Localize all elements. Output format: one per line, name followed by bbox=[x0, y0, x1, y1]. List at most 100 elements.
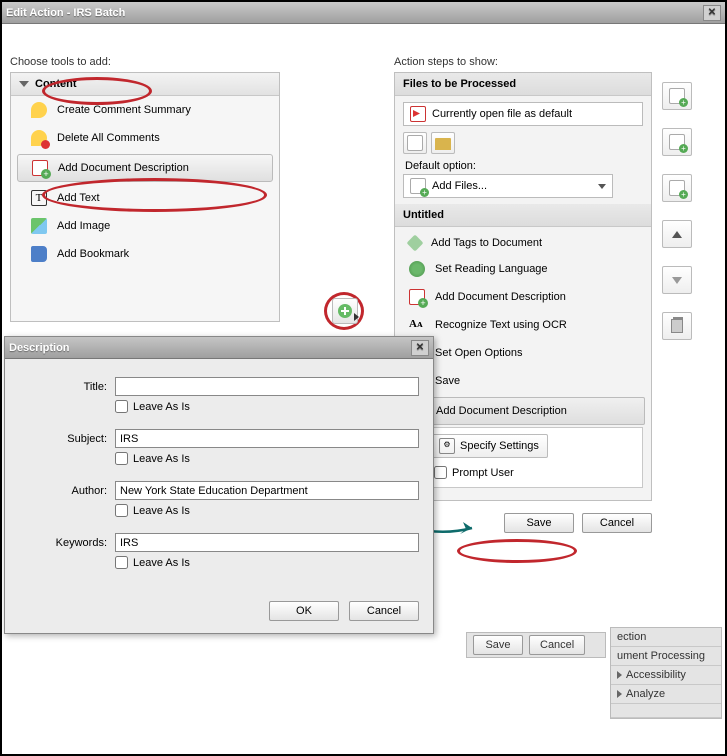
window-title: Edit Action - IRS Batch bbox=[6, 7, 125, 19]
ocr-icon bbox=[409, 317, 425, 333]
title-leave-checkbox[interactable] bbox=[115, 400, 128, 413]
default-option-label: Default option: bbox=[405, 160, 643, 172]
author-leave-checkbox[interactable] bbox=[115, 504, 128, 517]
add-files-label: Add Files... bbox=[432, 180, 487, 192]
step-label: Add Document Description bbox=[435, 291, 566, 303]
leave-label: Leave As Is bbox=[133, 505, 190, 517]
author-field-label: Author: bbox=[19, 485, 107, 497]
close-icon[interactable]: ✕ bbox=[703, 5, 721, 21]
comment-icon bbox=[31, 102, 47, 118]
cancel-button[interactable]: Cancel bbox=[582, 513, 652, 533]
add-tool-button[interactable] bbox=[332, 298, 358, 324]
tool-label: Create Comment Summary bbox=[57, 104, 191, 116]
author-input[interactable] bbox=[115, 481, 419, 500]
arrow-right-icon bbox=[354, 313, 359, 321]
step-settings-panel: Specify Settings Prompt User bbox=[423, 427, 643, 488]
specify-settings-label: Specify Settings bbox=[460, 440, 539, 452]
triangle-up-icon bbox=[672, 231, 682, 238]
side-btn-1[interactable] bbox=[662, 82, 692, 110]
tool-create-comment-summary[interactable]: Create Comment Summary bbox=[11, 96, 279, 124]
bg-cancel-button[interactable]: Cancel bbox=[529, 635, 585, 655]
pdf-icon bbox=[410, 106, 426, 122]
step-add-tags[interactable]: Add Tags to Document bbox=[395, 231, 651, 255]
bg-row-analyze[interactable]: Analyze bbox=[611, 685, 721, 704]
author-leave-row[interactable]: Leave As Is bbox=[115, 504, 419, 517]
cancel-button[interactable]: Cancel bbox=[349, 601, 419, 621]
content-section-header[interactable]: Content bbox=[11, 73, 279, 96]
tool-add-bookmark[interactable]: Add Bookmark bbox=[11, 240, 279, 268]
add-step-icon bbox=[669, 88, 685, 104]
step-add-doc-desc-2[interactable]: Add Document Description bbox=[401, 397, 645, 425]
move-down-button[interactable] bbox=[662, 266, 692, 294]
files-section-header: Files to be Processed bbox=[395, 73, 651, 96]
tool-add-image[interactable]: Add Image bbox=[11, 212, 279, 240]
bg-row[interactable]: ument Processing bbox=[611, 647, 721, 666]
step-label: Save bbox=[435, 375, 460, 387]
subject-leave-row[interactable]: Leave As Is bbox=[115, 452, 419, 465]
tool-delete-all-comments[interactable]: Delete All Comments bbox=[11, 124, 279, 152]
add-files-dropdown[interactable]: Add Files... bbox=[403, 174, 613, 198]
leave-label: Leave As Is bbox=[133, 557, 190, 569]
text-icon bbox=[31, 190, 47, 206]
step-set-reading-language[interactable]: Set Reading Language bbox=[395, 255, 651, 283]
globe-icon bbox=[409, 261, 425, 277]
side-btn-3[interactable] bbox=[662, 174, 692, 202]
untitled-section-header: Untitled bbox=[395, 204, 651, 227]
image-icon bbox=[31, 218, 47, 234]
action-steps-label: Action steps to show: bbox=[394, 56, 719, 68]
side-btn-2[interactable] bbox=[662, 128, 692, 156]
background-accordion: ection ument Processing Accessibility An… bbox=[610, 627, 722, 719]
prompt-user-checkbox[interactable] bbox=[434, 466, 447, 479]
step-label: Recognize Text using OCR bbox=[435, 319, 567, 331]
background-save-cancel: Save Cancel bbox=[466, 632, 606, 658]
title-leave-row[interactable]: Leave As Is bbox=[115, 400, 419, 413]
specify-settings-button[interactable]: Specify Settings bbox=[430, 434, 548, 458]
title-field-label: Title: bbox=[19, 381, 107, 393]
current-file-row: Currently open file as default bbox=[403, 102, 643, 126]
step-add-doc-desc[interactable]: Add Document Description bbox=[395, 283, 651, 311]
step-recognize-ocr[interactable]: Recognize Text using OCR bbox=[395, 311, 651, 339]
subject-input[interactable] bbox=[115, 429, 419, 448]
close-icon[interactable]: ✕ bbox=[411, 340, 429, 356]
choose-tools-label: Choose tools to add: bbox=[10, 56, 360, 68]
content-header-label: Content bbox=[35, 78, 77, 90]
prompt-user-row[interactable]: Prompt User bbox=[430, 464, 636, 481]
plus-icon bbox=[338, 304, 352, 318]
add-doc-icon bbox=[32, 160, 48, 176]
bookmark-icon bbox=[31, 246, 47, 262]
bg-row[interactable]: ection bbox=[611, 628, 721, 647]
add-files-icon bbox=[410, 178, 426, 194]
leave-label: Leave As Is bbox=[133, 453, 190, 465]
tool-add-text[interactable]: Add Text bbox=[11, 184, 279, 212]
folder-icon bbox=[435, 138, 451, 150]
main-titlebar: Edit Action - IRS Batch ✕ bbox=[2, 2, 725, 24]
save-button[interactable]: Save bbox=[504, 513, 574, 533]
step-label: Add Document Description bbox=[436, 405, 567, 417]
subject-field-label: Subject: bbox=[19, 433, 107, 445]
move-up-button[interactable] bbox=[662, 220, 692, 248]
open-folder-button[interactable] bbox=[431, 132, 455, 154]
step-label: Add Tags to Document bbox=[431, 237, 542, 249]
bg-row-accessibility[interactable]: Accessibility bbox=[611, 666, 721, 685]
keywords-field-label: Keywords: bbox=[19, 537, 107, 549]
subject-leave-checkbox[interactable] bbox=[115, 452, 128, 465]
keywords-leave-checkbox[interactable] bbox=[115, 556, 128, 569]
prompt-user-label: Prompt User bbox=[452, 467, 514, 479]
chevron-right-icon bbox=[617, 690, 622, 698]
tool-add-document-description[interactable]: Add Document Description bbox=[17, 154, 273, 182]
title-input[interactable] bbox=[115, 377, 419, 396]
bg-save-button[interactable]: Save bbox=[473, 635, 523, 655]
callout-ellipse bbox=[457, 539, 577, 563]
add-doc-icon bbox=[409, 289, 425, 305]
tool-label: Add Text bbox=[57, 192, 100, 204]
trash-icon bbox=[671, 319, 683, 333]
delete-step-button[interactable] bbox=[662, 312, 692, 340]
keywords-leave-row[interactable]: Leave As Is bbox=[115, 556, 419, 569]
tool-label: Add Document Description bbox=[58, 162, 189, 174]
chevron-right-icon bbox=[617, 671, 622, 679]
keywords-input[interactable] bbox=[115, 533, 419, 552]
new-file-button[interactable] bbox=[403, 132, 427, 154]
new-doc-icon bbox=[407, 135, 423, 151]
ok-button[interactable]: OK bbox=[269, 601, 339, 621]
step-label: Set Open Options bbox=[435, 347, 522, 359]
